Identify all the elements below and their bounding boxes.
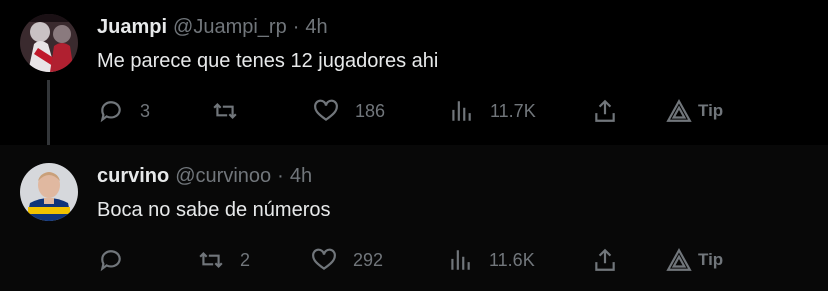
views-icon bbox=[452, 101, 471, 121]
like-button[interactable]: 186 bbox=[313, 94, 385, 128]
user-handle[interactable]: @Juampi_rp bbox=[173, 16, 287, 39]
post-header: curvino @curvinoo · 4h bbox=[97, 163, 312, 189]
separator-dot: · bbox=[292, 15, 300, 38]
reply-count: 3 bbox=[140, 100, 151, 121]
reply-icon bbox=[100, 250, 121, 272]
post-text: Me parece que tenes 12 jugadores ahi bbox=[97, 50, 439, 72]
views-button[interactable]: 11.6K bbox=[447, 243, 535, 277]
reply-button[interactable] bbox=[98, 243, 140, 277]
like-icon bbox=[314, 99, 338, 121]
tip-icon bbox=[666, 99, 692, 122]
post-header: Juampi @Juampi_rp · 4h bbox=[97, 14, 328, 40]
avatar[interactable] bbox=[20, 163, 78, 221]
like-count: 292 bbox=[353, 249, 384, 270]
views-icon bbox=[451, 250, 470, 270]
tip-button[interactable]: Tip bbox=[666, 243, 723, 277]
share-button[interactable] bbox=[592, 94, 618, 128]
action-bar: 3 186 11.7K Tip bbox=[0, 94, 828, 128]
share-icon bbox=[595, 248, 615, 271]
reply-post[interactable]: curvino @curvinoo · 4h Boca no sabe de n… bbox=[0, 145, 828, 291]
repost-icon bbox=[213, 102, 237, 120]
display-name[interactable]: Juampi bbox=[97, 16, 167, 39]
avatar[interactable] bbox=[20, 14, 78, 72]
like-icon bbox=[312, 248, 336, 270]
repost-button[interactable] bbox=[212, 94, 254, 128]
views-count: 11.6K bbox=[489, 249, 535, 270]
repost-button[interactable]: 2 bbox=[198, 243, 250, 277]
timestamp[interactable]: 4h bbox=[305, 16, 327, 39]
action-bar: 2 292 11.6K Tip bbox=[0, 243, 828, 277]
like-count: 186 bbox=[355, 100, 386, 121]
views-button[interactable]: 11.7K bbox=[448, 94, 536, 128]
timestamp[interactable]: 4h bbox=[290, 165, 312, 188]
share-button[interactable] bbox=[592, 243, 618, 277]
tip-label: Tip bbox=[698, 250, 724, 269]
reply-button[interactable]: 3 bbox=[98, 94, 150, 128]
repost-icon bbox=[199, 251, 223, 269]
separator-dot: · bbox=[277, 164, 284, 187]
display-name[interactable]: curvino bbox=[97, 165, 169, 188]
user-handle[interactable]: @curvinoo bbox=[175, 165, 271, 188]
tip-label: Tip bbox=[698, 101, 724, 120]
share-icon bbox=[595, 99, 615, 122]
tip-icon bbox=[666, 248, 692, 271]
tip-button[interactable]: Tip bbox=[666, 94, 723, 128]
like-button[interactable]: 292 bbox=[311, 243, 383, 277]
repost-count: 2 bbox=[240, 249, 251, 270]
reply-icon bbox=[100, 101, 121, 123]
post-text: Boca no sabe de números bbox=[97, 199, 331, 221]
reply-post[interactable]: Juampi @Juampi_rp · 4h Me parece que ten… bbox=[0, 0, 828, 146]
views-count: 11.7K bbox=[490, 100, 536, 121]
